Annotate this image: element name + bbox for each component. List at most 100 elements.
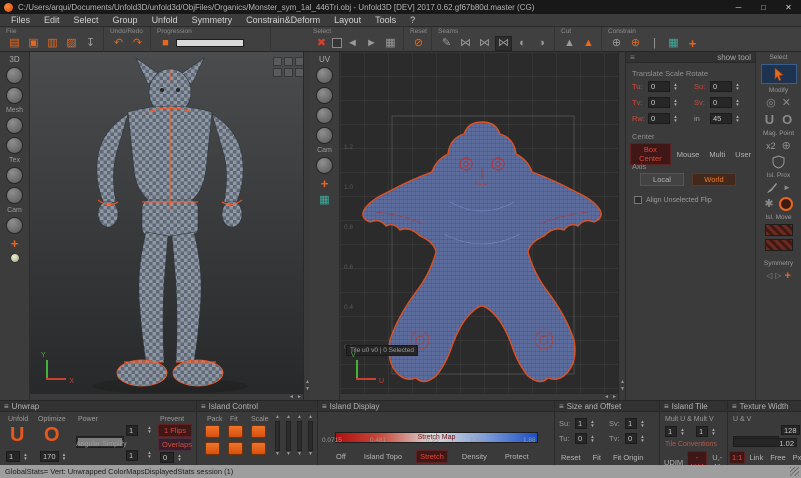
view3d-display-icon-2[interactable] (6, 87, 23, 104)
pack-quality-spinner[interactable]: ▲▼ (297, 415, 302, 457)
size-fit-button[interactable]: Fit (589, 451, 605, 464)
island-move-thumb-2[interactable] (765, 239, 793, 251)
size-sv-spinner[interactable]: ▲▼ (639, 420, 646, 428)
symmetry-add-icon[interactable]: + (784, 270, 790, 282)
deselect-all-icon[interactable]: ✖ (313, 36, 330, 51)
viewuv-grid-icon[interactable]: ▦ (319, 193, 329, 208)
cut-hierarchy-icon[interactable]: ▲ (561, 36, 578, 51)
prevent-spinner[interactable]: ▲▼ (176, 454, 183, 462)
view3d-tex-icon-1[interactable] (6, 167, 23, 184)
import-file-icon[interactable]: ▣ (25, 36, 42, 51)
constrain-grid-icon[interactable]: ▦ (665, 36, 682, 51)
pack-selected-button[interactable] (205, 442, 220, 455)
prox-arrows-icon[interactable]: ► (783, 182, 791, 194)
panel-menu-icon[interactable]: ≡ (4, 402, 9, 411)
optimize-button[interactable]: O (44, 425, 60, 445)
panel-menu-icon[interactable]: ≡ (559, 402, 564, 411)
x2-icon[interactable]: x2 (766, 141, 776, 151)
view3d-cam-icon[interactable] (6, 217, 23, 234)
unfold-button[interactable]: U (10, 425, 24, 445)
texture-width-header[interactable]: ≡ Texture Width (728, 401, 801, 412)
view3d-nav-widget[interactable] (273, 57, 304, 77)
viewuv-display-icon-4[interactable] (316, 127, 333, 144)
brush-icon[interactable] (766, 182, 778, 194)
view3d-mesh-icon-2[interactable] (6, 137, 23, 154)
prevent-value[interactable]: 0 (160, 452, 174, 463)
fit-islands-button[interactable] (228, 425, 243, 438)
menu-unfold[interactable]: Unfold (145, 15, 185, 25)
island-tile-header[interactable]: ≡ Island Tile (660, 401, 727, 412)
display-protect-button[interactable]: Protect (501, 450, 533, 463)
center-user-button[interactable]: User (731, 143, 755, 165)
center-multi-button[interactable]: Multi (705, 143, 729, 165)
texture-width-value[interactable]: 128 (781, 425, 800, 435)
view3d-move-icon[interactable]: + (11, 237, 19, 250)
viewport-3d[interactable]: Y X ◄ ► ▲ ▼ (30, 52, 310, 400)
size-tv-spinner[interactable]: ▲▼ (639, 435, 646, 443)
menu-constrain-deform[interactable]: Constrain&Deform (239, 15, 327, 25)
scale-islands-button[interactable] (251, 425, 266, 438)
optimize-iterations-value[interactable]: 170 (40, 451, 59, 462)
display-island-topo-button[interactable]: Island Topo (360, 450, 406, 463)
power-spinner[interactable]: ▲▼ (146, 426, 153, 434)
save-file-icon[interactable]: ▥ (44, 36, 61, 51)
redo-icon[interactable]: ↷ (129, 36, 146, 51)
display-density-button[interactable]: Density (458, 450, 491, 463)
angular-value[interactable]: 1 (126, 450, 138, 461)
menu-help[interactable]: ? (403, 15, 422, 25)
su-input[interactable]: 0 (710, 81, 732, 92)
pack-islands-button[interactable] (205, 425, 220, 438)
view3d-horizontal-scrollbar[interactable]: ◄ ► (30, 393, 310, 400)
pack-rotate-spinner[interactable]: ▲▼ (308, 415, 313, 457)
prevent-overlaps-button[interactable]: Overlaps (158, 438, 192, 451)
modify-ring-icon[interactable]: ◎ (766, 97, 776, 109)
axis-world-button[interactable]: World (692, 173, 736, 186)
view3d-mesh-icon-1[interactable] (6, 117, 23, 134)
local-unfold-icon[interactable]: U (765, 112, 774, 127)
load-pointer-icon[interactable]: ↧ (82, 36, 99, 51)
panel-menu-icon[interactable]: ≡ (322, 402, 327, 411)
size-sv-input[interactable]: 1 (625, 418, 637, 429)
tu-input[interactable]: 0 (648, 81, 670, 92)
display-stretch-button[interactable]: Stretch (416, 450, 448, 463)
select-tool-button[interactable] (761, 64, 797, 84)
resize-grip[interactable] (790, 467, 799, 476)
scale-selected-button[interactable] (251, 442, 266, 455)
seam-pencil-icon[interactable]: ✎ (438, 36, 455, 51)
maximize-button[interactable]: □ (751, 0, 776, 14)
viewuv-horizontal-scrollbar[interactable]: ◄ ► (340, 393, 625, 400)
sv-spinner[interactable]: ▲▼ (734, 99, 741, 107)
panel-menu-icon[interactable]: ≡ (732, 402, 737, 411)
constrain-vline-icon[interactable]: | (646, 36, 663, 51)
cut-hierarchy-orange-icon[interactable]: ▲ (580, 36, 597, 51)
island-display-header[interactable]: ≡ Island Display (318, 401, 554, 412)
ratio-free-button[interactable]: Free (767, 451, 788, 464)
seam-circle-b-icon[interactable]: ◑ (533, 36, 550, 51)
constrain-cross-icon[interactable]: + (684, 36, 701, 51)
select-grid-icon[interactable]: ▦ (382, 36, 399, 51)
menu-edit[interactable]: Edit (37, 15, 67, 25)
size-offset-header[interactable]: ≡ Size and Offset (555, 401, 659, 412)
panel-menu-icon[interactable]: ≡ (664, 402, 669, 411)
island-move-thumb-1[interactable] (765, 224, 793, 236)
ratio-px-button[interactable]: Px (790, 451, 801, 464)
mult-v-spinner[interactable]: ▲▼ (710, 428, 717, 436)
display-off-button[interactable]: Off (332, 450, 350, 463)
mult-u-spinner[interactable]: ▲▼ (679, 428, 686, 436)
mult-u-input[interactable]: 1 (665, 426, 677, 437)
prevent-flips-button[interactable]: 1 Flips (158, 424, 192, 437)
weld-cut-brush-icon[interactable]: ⋈ (495, 36, 512, 51)
pack-padding-spinner[interactable]: ▲▼ (286, 415, 291, 457)
island-prox-active-button[interactable] (779, 197, 793, 211)
menu-select[interactable]: Select (67, 15, 106, 25)
viewuv-move-icon[interactable]: + (321, 177, 329, 190)
view3d-tex-icon-2[interactable] (6, 187, 23, 204)
viewport-uv[interactable]: 1.2 1.0 0.8 0.6 0.4 0.2 Tile u0 v0 | 0 S… (340, 52, 625, 400)
close-button[interactable]: ✕ (776, 0, 801, 14)
symmetry-right-icon[interactable]: ▷ (775, 270, 781, 282)
weld-edges-icon[interactable]: ⋈ (457, 36, 474, 51)
reset-icon[interactable]: ⊘ (410, 36, 427, 51)
local-optimize-icon[interactable]: O (782, 112, 792, 127)
in-spinner[interactable]: ▲▼ (734, 115, 741, 123)
pin-icon[interactable]: ⊕ (608, 36, 625, 51)
